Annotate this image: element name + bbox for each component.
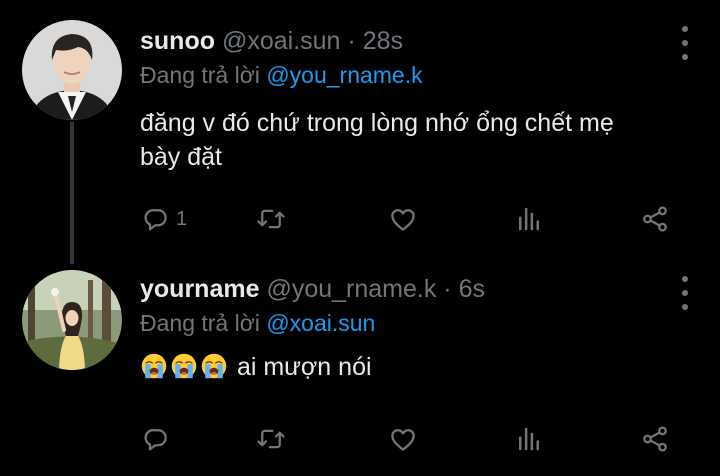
meta-separator: · <box>443 275 452 303</box>
reply-icon <box>140 204 170 234</box>
user-handle[interactable]: @xoai.sun <box>222 27 341 55</box>
reply-button[interactable]: 1 <box>140 202 187 236</box>
reply-button[interactable] <box>140 422 170 456</box>
views-icon <box>514 204 544 234</box>
more-options-icon[interactable] <box>680 276 690 310</box>
views-icon <box>514 424 544 454</box>
tweet-text-line: đăng v đó chứ trong lòng nhớ ổng chết mẹ <box>140 109 614 137</box>
display-name[interactable]: sunoo <box>140 27 215 55</box>
avatar[interactable] <box>22 20 122 120</box>
reply-count: 1 <box>176 207 188 230</box>
retweet-button[interactable] <box>256 422 286 456</box>
tweet-sunoo[interactable]: sunoo @xoai.sun · 28s Đang trả lời @you_… <box>0 0 720 262</box>
tweet-text: đăng v đó chứ trong lòng nhớ ổng chết mẹ… <box>140 106 680 174</box>
share-button[interactable] <box>640 202 670 236</box>
more-options-icon[interactable] <box>680 26 690 60</box>
tweet-text-line: ai mượn nói <box>236 353 372 381</box>
share-icon <box>640 424 670 454</box>
user-handle[interactable]: @you_rname.k <box>266 275 436 303</box>
tweet-actions: 1 <box>140 202 680 236</box>
share-button[interactable] <box>640 422 670 456</box>
loudly-crying-face-icon <box>140 352 168 380</box>
tweet-text-line: bày đặt <box>140 143 223 171</box>
like-icon <box>388 424 418 454</box>
tweet-actions <box>140 422 680 456</box>
tweet-text: ai mượn nói <box>140 350 680 384</box>
reply-icon <box>140 424 170 454</box>
timestamp[interactable]: 6s <box>459 275 485 303</box>
display-name[interactable]: yourname <box>140 275 259 303</box>
avatar[interactable] <box>22 270 122 370</box>
like-button[interactable] <box>388 422 418 456</box>
retweet-icon <box>256 424 286 454</box>
like-button[interactable] <box>388 202 418 236</box>
timestamp[interactable]: 28s <box>363 27 403 55</box>
views-button[interactable] <box>514 202 544 236</box>
mention-link[interactable]: @xoai.sun <box>266 310 375 336</box>
loudly-crying-face-icon <box>200 352 228 380</box>
mention-link[interactable]: @you_rname.k <box>266 62 422 88</box>
meta-separator: · <box>347 27 356 55</box>
retweet-button[interactable] <box>256 202 286 236</box>
loudly-crying-face-icon <box>170 352 198 380</box>
views-button[interactable] <box>514 422 544 456</box>
replying-to-label: Đang trả lời <box>140 310 260 336</box>
tweet-yourname[interactable]: yourname @you_rname.k · 6s Đang trả lời … <box>0 262 720 476</box>
replying-to-label: Đang trả lời <box>140 62 260 88</box>
retweet-icon <box>256 204 286 234</box>
like-icon <box>388 204 418 234</box>
share-icon <box>640 204 670 234</box>
